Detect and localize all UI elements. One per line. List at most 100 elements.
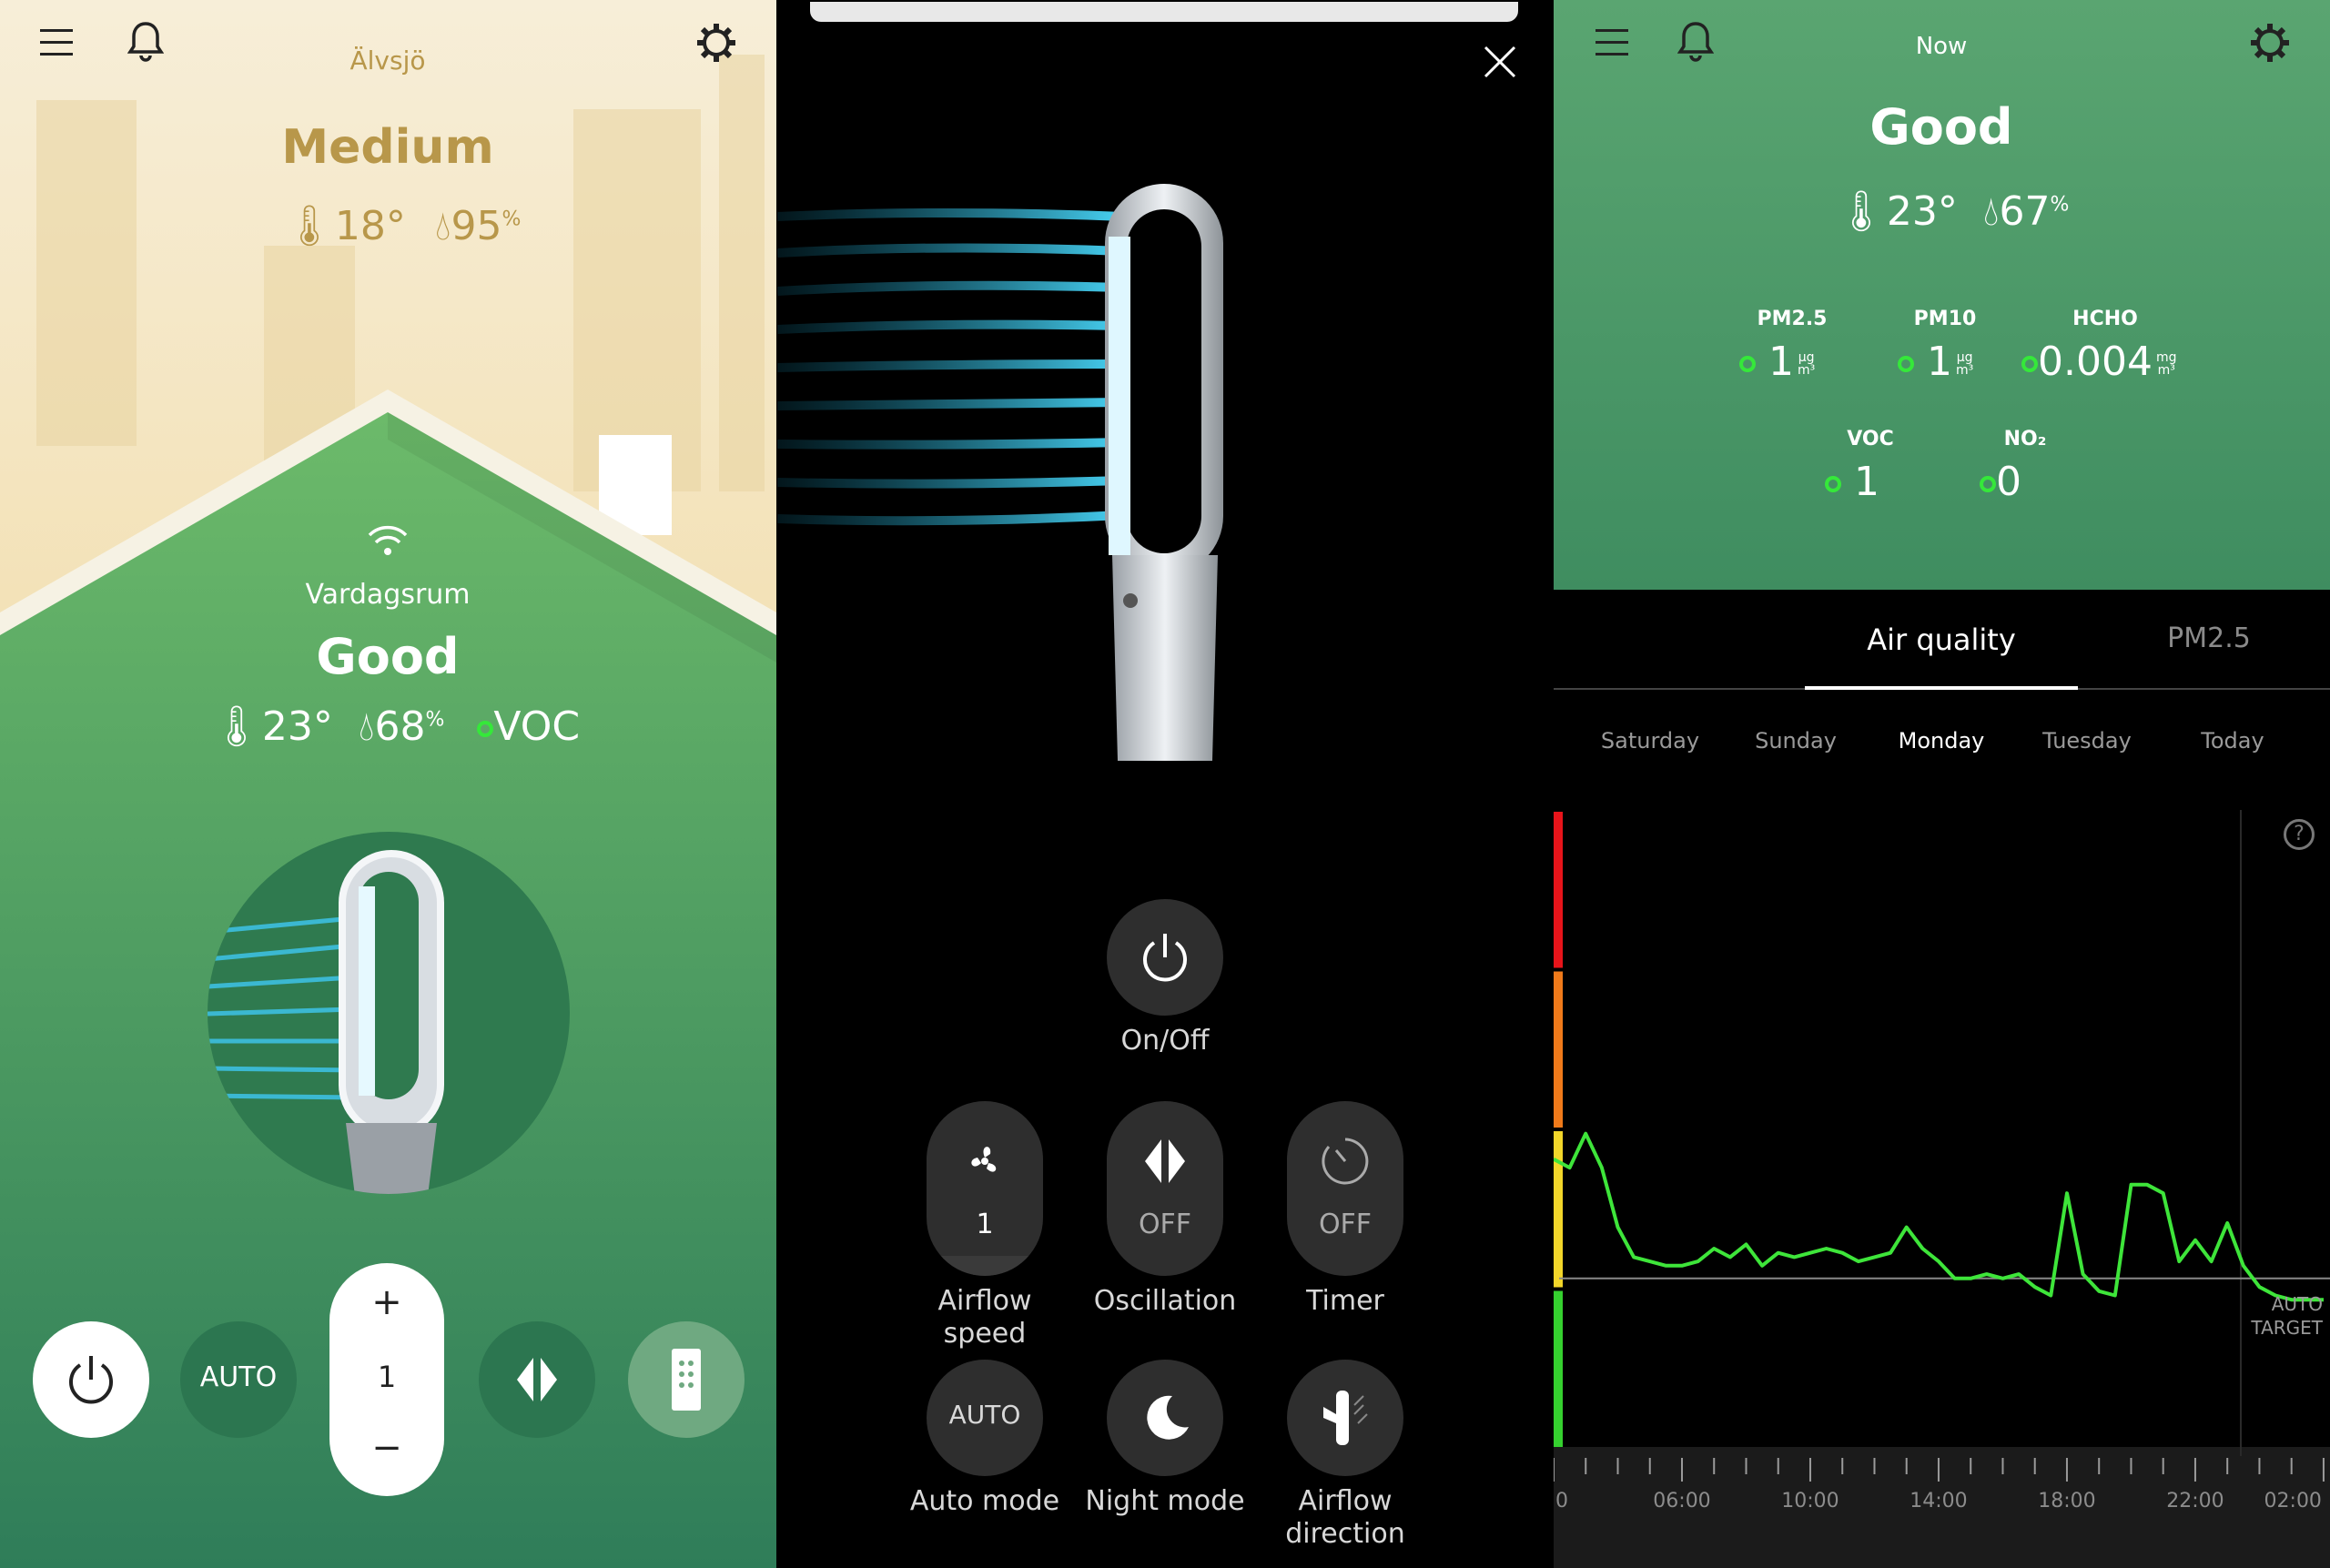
airflow-direction-icon — [1323, 1391, 1368, 1445]
metric-label-no2: NO₂ — [2003, 428, 2047, 450]
night-mode-button[interactable] — [1107, 1360, 1223, 1476]
timer-label: Timer — [1306, 1285, 1384, 1317]
fan-icon — [971, 1147, 997, 1172]
metric-value: 1 — [1927, 339, 1952, 385]
timer-button[interactable]: OFF — [1287, 1101, 1403, 1276]
auto-label: AUTO — [199, 1361, 278, 1393]
airflow-direction-button[interactable] — [1287, 1360, 1403, 1476]
status-dot — [477, 721, 494, 737]
oscillation-button[interactable] — [479, 1321, 595, 1438]
air-quality-panel: Now Good 🌡︎23° 💧︎67% PM2.5 1 µg m³ PM10 1µ… — [1554, 0, 2330, 1568]
oscillation-button[interactable]: OFF — [1107, 1101, 1223, 1276]
current-temp: 23° — [1886, 188, 1958, 235]
menu-icon[interactable] — [40, 27, 75, 62]
day-saturday[interactable]: Saturday — [1577, 728, 1723, 754]
tab-air-quality[interactable]: Air quality — [1805, 622, 2078, 657]
controls-panel: On/Off 1 Airflow speed OFF Oscillation OF… — [777, 0, 1553, 1568]
tab-active-indicator — [1805, 686, 2078, 690]
metric-value: 1 — [1854, 459, 1879, 505]
outdoor-temp: 18° — [334, 203, 406, 249]
power-icon — [1143, 934, 1187, 982]
summary-header — [1554, 0, 2330, 590]
gear-icon[interactable] — [695, 22, 737, 67]
outdoor-humidity: 95 — [451, 203, 502, 249]
current-humidity: 67 — [1999, 188, 2051, 235]
airflow-direction-label-line1: Airflow — [1298, 1485, 1393, 1517]
header-now: Now — [1915, 33, 1968, 60]
bell-icon[interactable] — [1677, 20, 1715, 67]
x-tick-label: 06:00 — [1653, 1490, 1710, 1512]
oscillation-value: OFF — [1138, 1209, 1192, 1240]
metric-label-hcho: HCHO — [2072, 308, 2138, 330]
wifi-icon — [366, 522, 410, 562]
remote-icon — [672, 1349, 701, 1411]
day-today[interactable]: Today — [2160, 728, 2305, 754]
metric-label-pm25: PM2.5 — [1757, 308, 1828, 330]
moon-icon — [1147, 1395, 1189, 1440]
airflow-direction-label: Airflow direction — [1236, 1485, 1454, 1551]
auto-mode-value: AUTO — [948, 1400, 1021, 1430]
x-tick-label: 14:00 — [1910, 1490, 1967, 1512]
power-button[interactable] — [1107, 899, 1223, 1016]
x-tick-label: 18:00 — [2038, 1490, 2095, 1512]
indoor-temp: 23° — [261, 703, 333, 750]
droplet-icon: 💧︎ — [358, 703, 375, 750]
timer-icon — [1322, 1138, 1369, 1185]
air-quality-chart: 0 06:00 10:00 14:00 18:00 22:00 02:00 AUTO TAR… — [1554, 810, 2330, 1568]
remote-button[interactable] — [628, 1321, 745, 1438]
sheet-handle — [810, 2, 1518, 22]
close-icon[interactable] — [1484, 46, 1516, 82]
current-readings: 🌡︎23° 💧︎67% — [1836, 187, 2069, 235]
metric-voc: 1 — [1825, 459, 1879, 505]
pollutant-label: VOC — [493, 703, 581, 750]
metric-pm25: 1 µg m³ — [1739, 339, 1815, 385]
power-button[interactable] — [33, 1321, 149, 1438]
x-tick-label: 10:00 — [1781, 1490, 1839, 1512]
bell-icon[interactable] — [127, 20, 165, 67]
gear-icon[interactable] — [2249, 22, 2291, 67]
airflow-speed-label-line2: speed — [943, 1318, 1027, 1350]
droplet-icon: 💧︎ — [434, 203, 451, 249]
auto-target-label-1: AUTO — [2272, 1293, 2323, 1315]
menu-icon[interactable] — [1596, 27, 1630, 62]
thermometer-icon: 🌡︎ — [211, 703, 262, 750]
outdoor-readings: 🌡︎18° 💧︎95% — [284, 202, 521, 249]
x-tick-label: 0 — [1555, 1490, 1568, 1512]
metric-value: 0.004 — [2038, 339, 2153, 385]
timer-value: OFF — [1318, 1209, 1373, 1240]
thermometer-icon: 🌡︎ — [1836, 188, 1887, 235]
day-tuesday[interactable]: Tuesday — [2014, 728, 2160, 754]
speed-value: 1 — [377, 1360, 397, 1394]
power-icon — [69, 1356, 113, 1404]
auto-mode-button[interactable]: AUTO — [927, 1360, 1043, 1476]
speed-decrease-button[interactable]: − — [329, 1427, 444, 1469]
day-sunday[interactable]: Sunday — [1723, 728, 1869, 754]
quality-status: Good — [1869, 98, 2013, 156]
humidity-unit: % — [501, 207, 522, 231]
fan-image[interactable] — [208, 832, 570, 1194]
metric-pm10: 1 µg m³ — [1898, 339, 1973, 385]
indoor-humidity: 68 — [374, 703, 426, 750]
oscillation-icon — [1145, 1139, 1185, 1183]
airflow-speed-value: 1 — [976, 1209, 994, 1240]
fan-product-image — [777, 184, 1223, 761]
auto-button[interactable]: AUTO — [180, 1321, 297, 1438]
humidity-unit: % — [425, 708, 445, 732]
metric-value: 1 — [1768, 339, 1794, 385]
airflow-speed-label-line1: Airflow — [937, 1285, 1032, 1317]
tab-pm25[interactable]: PM2.5 — [2118, 622, 2300, 654]
x-tick-label: 22:00 — [2166, 1490, 2224, 1512]
speed-control: + 1 − — [329, 1263, 444, 1496]
metric-hcho: 0.004 mg m³ — [2021, 339, 2177, 385]
speed-increase-button[interactable]: + — [329, 1281, 444, 1323]
series-line — [1554, 1131, 2324, 1302]
auto-target-label-2: TARGET — [2250, 1317, 2323, 1339]
airflow-direction-label-line2: direction — [1285, 1518, 1405, 1550]
airflow-speed-button[interactable]: 1 — [927, 1101, 1043, 1276]
home-panel: Älvsjö Medium 🌡︎18° 💧︎95% Vardagsrum Goo… — [0, 0, 776, 1568]
unit-bottom: m³ — [2157, 363, 2175, 378]
unit-bottom: m³ — [1798, 363, 1816, 378]
metric-label-voc: VOC — [1847, 428, 1894, 450]
status-dot — [1980, 476, 1996, 492]
day-monday[interactable]: Monday — [1869, 728, 2014, 754]
